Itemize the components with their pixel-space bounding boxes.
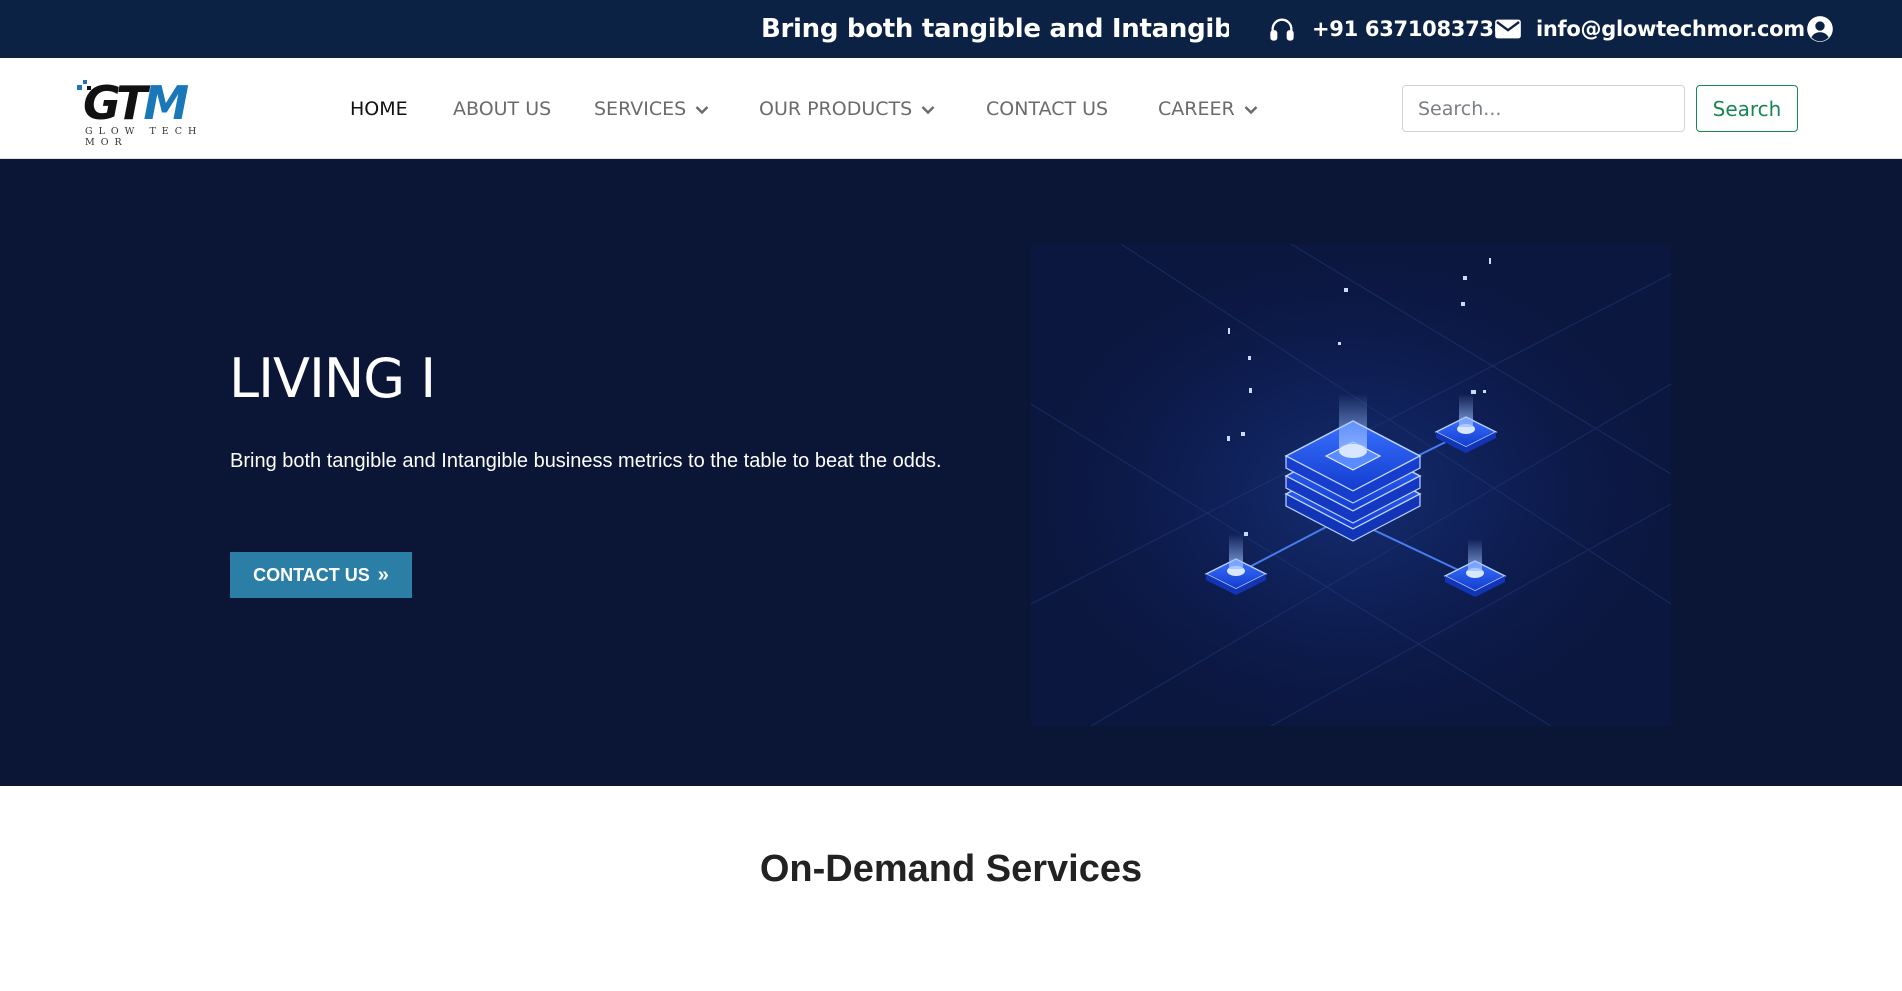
hero-title: LIVING I [229,347,436,410]
site-logo[interactable]: GTM GLOW TECH MOR [75,76,225,148]
chevron-down-icon [1244,98,1258,120]
hero-illustration [1031,244,1671,726]
double-chevron-right-icon: » [377,563,389,586]
headphones-icon [1268,15,1296,43]
top-bar: Bring both tangible and Intangible busin… [0,0,1902,58]
logo-letters: GTM [83,76,189,130]
nav-about-label: ABOUT US [453,97,552,120]
hero-subtitle: Bring both tangible and Intangible busin… [230,450,942,472]
phone-contact[interactable]: +91 6371083736 [1268,0,1508,58]
hero-banner: LIVING I Bring both tangible and Intangi… [0,159,1902,786]
search-input[interactable] [1402,85,1685,132]
main-navbar: GTM GLOW TECH MOR HOME ABOUT US SERVICES… [0,58,1902,159]
nav-services-label: SERVICES [594,97,687,120]
contact-us-label: CONTACT US [253,564,370,585]
nav-services[interactable]: SERVICES [594,58,709,159]
email-contact[interactable]: info@glowtechmor.com [1494,0,1805,58]
phone-number: +91 6371083736 [1312,17,1509,41]
chevron-down-icon [921,98,935,120]
logo-tagline: GLOW TECH MOR [85,126,203,148]
chevron-down-icon [695,98,709,120]
nav-contact-us[interactable]: CONTACT US [986,58,1108,159]
section-title: On-Demand Services [759,848,1143,890]
search-button[interactable]: Search [1696,85,1798,132]
nav-career-label: CAREER [1158,97,1235,120]
contact-us-button[interactable]: CONTACT US » [230,552,412,598]
user-circle-icon[interactable] [1806,15,1834,43]
envelope-icon [1494,17,1522,41]
marquee-text: Bring both tangible and Intangible busin… [761,14,1229,44]
email-address: info@glowtechmor.com [1536,17,1805,41]
nav-products-label: OUR PRODUCTS [759,97,913,120]
marquee: Bring both tangible and Intangible busin… [761,0,1229,58]
nav-career[interactable]: CAREER [1158,58,1258,159]
nav-contact-label: CONTACT US [986,97,1109,120]
nav-our-products[interactable]: OUR PRODUCTS [759,58,935,159]
nav-home[interactable]: HOME [350,58,408,159]
nav-about-us[interactable]: ABOUT US [453,58,551,159]
nav-home-label: HOME [350,97,408,120]
